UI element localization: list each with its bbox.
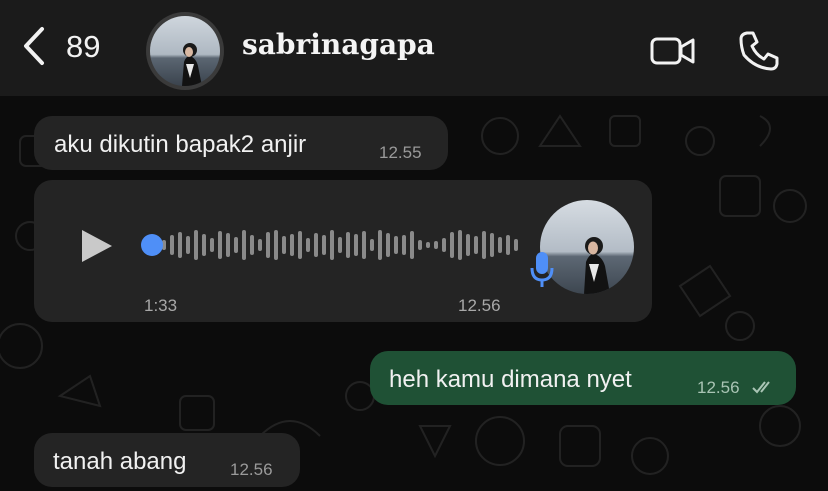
waveform-bar bbox=[426, 242, 430, 248]
waveform-bar bbox=[330, 230, 334, 260]
waveform-bar bbox=[226, 233, 230, 257]
waveform-bar bbox=[266, 232, 270, 258]
waveform-bar bbox=[210, 238, 214, 252]
waveform-bar bbox=[402, 235, 406, 255]
chat-screen: 89 sabrinagapa aku dikutin bapak2 anjir … bbox=[0, 0, 828, 491]
voice-duration: 1:33 bbox=[144, 296, 178, 315]
waveform-bar bbox=[178, 232, 182, 258]
waveform-bar bbox=[418, 240, 422, 250]
waveform-bar bbox=[298, 231, 302, 259]
video-camera-icon[interactable] bbox=[650, 36, 696, 66]
sender-avatar bbox=[540, 200, 634, 294]
waveform-bar bbox=[378, 230, 382, 260]
waveform-bar bbox=[362, 231, 366, 259]
waveform-bar bbox=[218, 231, 222, 259]
message-time: 12.55 bbox=[379, 143, 422, 162]
waveform-bar bbox=[410, 231, 414, 259]
double-check-icon bbox=[752, 381, 770, 394]
waveform-bar bbox=[194, 230, 198, 260]
waveform-bar bbox=[354, 234, 358, 256]
waveform-bar bbox=[386, 233, 390, 257]
message-text: tanah abang bbox=[53, 448, 187, 475]
microphone-icon bbox=[530, 252, 554, 287]
waveform-bar bbox=[498, 237, 502, 253]
waveform-bar bbox=[282, 236, 286, 254]
waveform-bar bbox=[474, 236, 478, 254]
message-time: 12.56 bbox=[230, 460, 273, 479]
waveform-bar bbox=[186, 236, 190, 254]
message-text: heh kamu dimana nyet bbox=[389, 366, 632, 393]
message-bubble-outgoing[interactable]: heh kamu dimana nyet 12.56 bbox=[370, 351, 796, 405]
playback-position-dot[interactable] bbox=[141, 234, 163, 256]
waveform-bar bbox=[338, 237, 342, 253]
waveform-bar bbox=[234, 237, 238, 253]
waveform-bar bbox=[322, 235, 326, 255]
waveform-bar bbox=[274, 230, 278, 260]
waveform-bar bbox=[434, 241, 438, 249]
phone-icon[interactable] bbox=[738, 30, 780, 72]
waveform-bar bbox=[202, 234, 206, 256]
waveform-bar bbox=[370, 239, 374, 251]
waveform-bar bbox=[242, 230, 246, 260]
waveform-bar bbox=[250, 235, 254, 255]
back-button[interactable]: 89 bbox=[22, 26, 100, 66]
message-time: 12.56 bbox=[458, 296, 501, 315]
chat-header: 89 sabrinagapa bbox=[0, 0, 828, 96]
waveform-bar bbox=[514, 239, 518, 251]
voice-waveform[interactable] bbox=[140, 222, 520, 268]
waveform-bar bbox=[450, 232, 454, 258]
sender-avatar-photo bbox=[540, 200, 634, 294]
play-icon[interactable] bbox=[80, 228, 114, 264]
message-bubble-incoming[interactable]: tanah abang 12.56 bbox=[34, 433, 300, 487]
avatar-photo bbox=[150, 16, 220, 86]
waveform-bar bbox=[314, 233, 318, 257]
waveform-bar bbox=[506, 235, 510, 255]
waveform-bar bbox=[306, 238, 310, 252]
waveform-bar bbox=[490, 233, 494, 257]
waveform-bar bbox=[394, 236, 398, 254]
message-time: 12.56 bbox=[697, 378, 740, 397]
waveform-bar bbox=[482, 231, 486, 259]
waveform-bar bbox=[346, 232, 350, 258]
chevron-left-icon bbox=[24, 27, 44, 65]
waveform-bar bbox=[466, 234, 470, 256]
waveform-bar bbox=[442, 238, 446, 252]
waveform-bar bbox=[170, 235, 174, 255]
waveform-bar bbox=[458, 230, 462, 260]
unread-count: 89 bbox=[66, 28, 101, 64]
waveform-bar bbox=[258, 239, 262, 251]
message-bubble-incoming[interactable]: aku dikutin bapak2 anjir 12.55 bbox=[34, 116, 448, 170]
contact-name[interactable]: sabrinagapa bbox=[242, 31, 435, 59]
message-text: aku dikutin bapak2 anjir bbox=[54, 131, 307, 158]
waveform-bar bbox=[290, 234, 294, 256]
contact-avatar[interactable] bbox=[146, 12, 224, 90]
voice-message-bubble[interactable]: 1:33 12.56 bbox=[34, 180, 652, 322]
